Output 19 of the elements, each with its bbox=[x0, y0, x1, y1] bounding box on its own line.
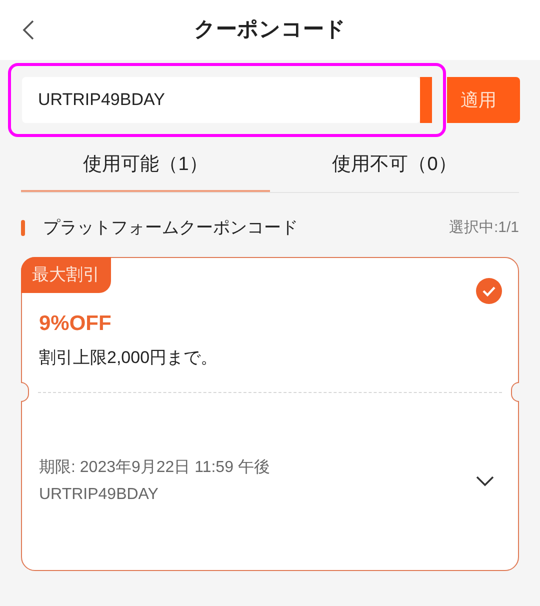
check-icon[interactable] bbox=[476, 278, 502, 304]
input-edge-bar bbox=[420, 77, 432, 123]
back-icon bbox=[21, 19, 35, 41]
tab[interactable]: 使用可能（1） bbox=[21, 140, 270, 192]
discount-amount: 9%OFF bbox=[39, 310, 112, 336]
expiry-date: 期限: 2023年9月22日 11:59 午後 bbox=[39, 458, 270, 478]
coupon-card[interactable]: 最大割引 9%OFF 割引上限2,000円まで。 期限: 2023年9月22日 11:59 午後 URTRIP49BDAY bbox=[21, 256, 519, 570]
section-marker bbox=[21, 220, 25, 236]
code-input-field[interactable]: URTRIP49BDAY bbox=[22, 77, 420, 123]
coupon-badge: 最大割引 bbox=[21, 256, 111, 292]
page-title: クーポンコード bbox=[194, 17, 346, 44]
chevron-icon bbox=[475, 475, 495, 487]
section-title: プラットフォームクーポンコード bbox=[43, 217, 298, 239]
notch-left bbox=[21, 382, 29, 402]
notch-right bbox=[511, 382, 519, 402]
coupon-code: URTRIP49BDAY bbox=[39, 484, 160, 504]
selection-count: 選択中:1/1 bbox=[448, 218, 519, 238]
discount-limit: 割引上限2,000円まで。 bbox=[39, 347, 219, 369]
tab[interactable]: 使用不可（0） bbox=[270, 140, 519, 192]
